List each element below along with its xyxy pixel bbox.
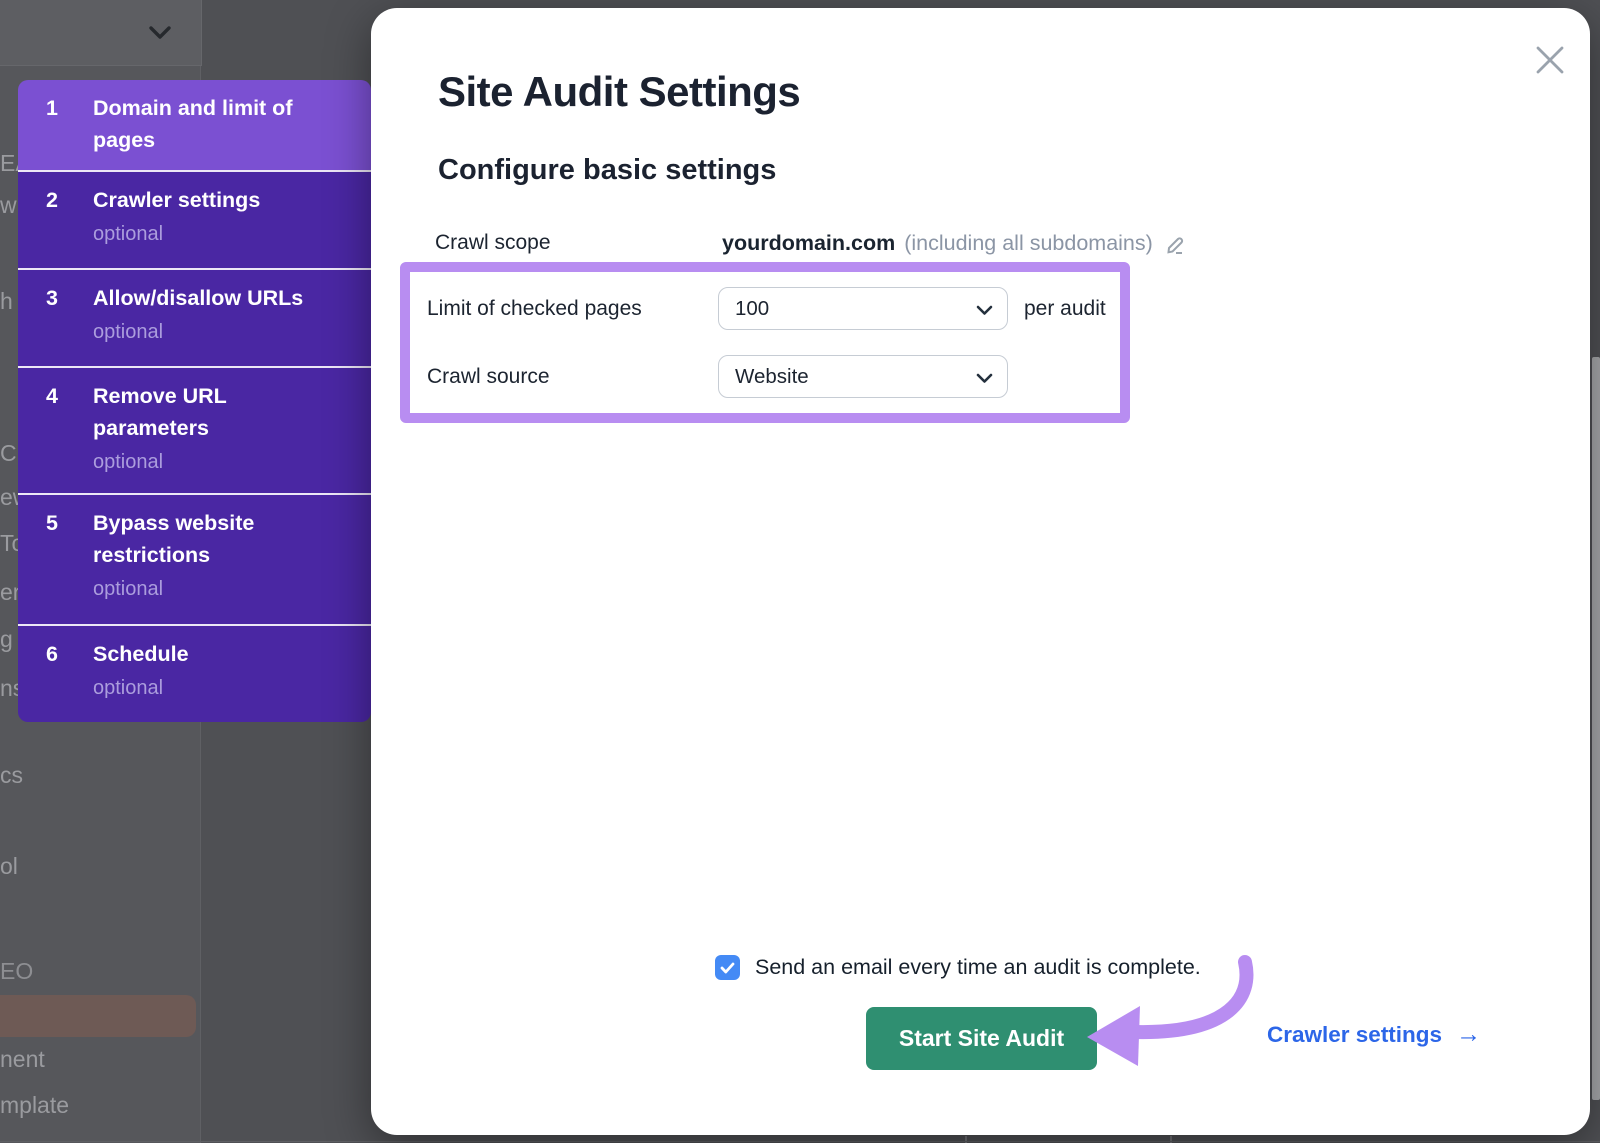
stepper-item-allow-disallow-urls[interactable]: 3 Allow/disallow URLs optional — [18, 268, 371, 366]
start-site-audit-button[interactable]: Start Site Audit — [866, 1007, 1097, 1070]
close-icon[interactable] — [1535, 45, 1565, 75]
chevron-down-icon — [976, 373, 993, 384]
crawl-scope-label: Crawl scope — [435, 231, 722, 255]
checkmark-icon — [720, 962, 735, 974]
crawl-scope-note: (including all subdomains) — [904, 231, 1153, 256]
step-title: Domain and limit of pages — [93, 92, 346, 156]
underlay-fragment: mplate — [0, 1092, 69, 1119]
stepper-item-domain-and-limit[interactable]: 1 Domain and limit of pages — [18, 80, 371, 170]
highlight-box: Limit of checked pages 100 per audit Cra… — [400, 262, 1130, 423]
email-checkbox-label: Send an email every time an audit is com… — [755, 955, 1201, 980]
edit-pencil-icon[interactable] — [1165, 234, 1187, 256]
step-title: Remove URL parameters — [93, 380, 346, 444]
modal-title: Site Audit Settings — [438, 68, 800, 116]
step-number: 4 — [46, 380, 93, 493]
crawl-scope-domain: yourdomain.com — [722, 231, 895, 256]
underlay-fragment: w — [0, 192, 17, 219]
chevron-down-icon — [976, 305, 993, 316]
right-arrow-icon: → — [1456, 1020, 1481, 1049]
crawl-source-dropdown-value: Website — [735, 365, 809, 389]
crawl-scope-row: Crawl scope yourdomain.com (including al… — [435, 230, 1187, 256]
underlay-fragment: h — [0, 288, 13, 315]
underlay-fragment: C — [0, 440, 17, 467]
underlay-fragment: g — [0, 626, 13, 653]
step-title: Allow/disallow URLs — [93, 282, 303, 314]
step-title: Schedule — [93, 638, 189, 670]
limit-of-checked-pages-row: Limit of checked pages 100 per audit — [410, 287, 1120, 330]
step-optional-note: optional — [93, 676, 189, 700]
step-title: Crawler settings — [93, 184, 260, 216]
underlay-domain-selector — [0, 0, 202, 66]
step-optional-note: optional — [93, 450, 346, 474]
underlay-divider — [0, 1141, 1600, 1142]
underlay-fragment: nent — [0, 1046, 45, 1073]
step-number: 1 — [46, 92, 93, 170]
crawler-settings-link[interactable]: Crawler settings → — [1267, 1020, 1481, 1049]
chevron-down-icon — [148, 25, 172, 40]
step-optional-note: optional — [93, 222, 260, 246]
underlay-highlighted-item — [0, 995, 196, 1037]
per-audit-label: per audit — [1024, 297, 1106, 321]
step-number: 5 — [46, 507, 93, 624]
step-optional-note: optional — [93, 320, 303, 344]
crawl-source-label: Crawl source — [427, 365, 718, 389]
crawl-source-row: Crawl source Website — [410, 355, 1120, 398]
site-audit-settings-modal: Site Audit Settings Configure basic sett… — [371, 8, 1590, 1135]
step-number: 3 — [46, 282, 93, 366]
crawler-settings-link-label: Crawler settings — [1267, 1022, 1442, 1048]
stepper-item-bypass-website-restrictions[interactable]: 5 Bypass website restrictions optional — [18, 493, 371, 624]
stepper-item-remove-url-parameters[interactable]: 4 Remove URL parameters optional — [18, 366, 371, 493]
step-number: 2 — [46, 184, 93, 268]
crawl-source-dropdown[interactable]: Website — [718, 355, 1008, 398]
underlay-scrollbar — [1592, 357, 1600, 1100]
step-title: Bypass website restrictions — [93, 507, 346, 571]
limit-dropdown-value: 100 — [735, 297, 769, 321]
section-heading: Configure basic settings — [438, 154, 776, 187]
limit-label: Limit of checked pages — [427, 297, 718, 321]
stepper-item-schedule[interactable]: 6 Schedule optional — [18, 624, 371, 722]
underlay-fragment: cs — [0, 762, 23, 789]
limit-dropdown[interactable]: 100 — [718, 287, 1008, 330]
email-checkbox[interactable] — [715, 955, 740, 980]
underlay-fragment: EO — [0, 958, 33, 985]
step-number: 6 — [46, 638, 93, 722]
email-notification-row: Send an email every time an audit is com… — [715, 955, 1201, 980]
step-optional-note: optional — [93, 577, 346, 601]
underlay-fragment: ol — [0, 853, 18, 880]
stepper-item-crawler-settings[interactable]: 2 Crawler settings optional — [18, 170, 371, 268]
settings-stepper: 1 Domain and limit of pages 2 Crawler se… — [18, 80, 371, 722]
